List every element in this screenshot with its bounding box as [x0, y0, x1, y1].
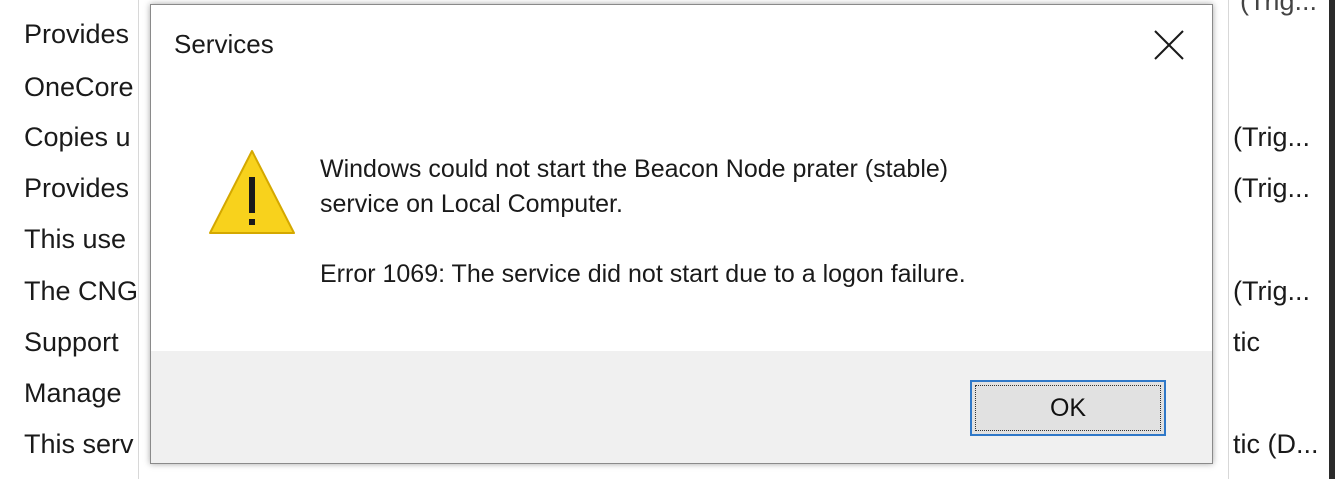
error-message-line2: service on Local Computer.: [320, 190, 623, 218]
service-description-cell[interactable]: OneCore: [24, 70, 138, 104]
error-message-line1: Windows could not start the Beacon Node …: [320, 155, 949, 183]
ok-button[interactable]: OK: [970, 380, 1166, 436]
window-edge: [1329, 0, 1335, 479]
close-button[interactable]: [1147, 23, 1191, 67]
service-startup-type-cell[interactable]: (Trig...: [1233, 120, 1328, 154]
service-startup-type-cell[interactable]: tic: [1233, 325, 1328, 359]
list-item-fragment: (Trig...: [1240, 0, 1317, 16]
service-description-cell[interactable]: Copies u: [24, 120, 138, 154]
service-description-cell[interactable]: Provides: [24, 17, 138, 51]
dialog-title: Services: [174, 29, 274, 59]
service-startup-type-cell[interactable]: (Trig...: [1233, 274, 1328, 308]
service-description-cell[interactable]: This use: [24, 222, 138, 256]
dialog-footer: OK: [151, 351, 1212, 463]
close-icon: [1154, 30, 1184, 60]
service-startup-type-cell[interactable]: tic (D...: [1233, 427, 1328, 461]
ok-button-label: OK: [975, 385, 1161, 431]
service-description-cell[interactable]: Support: [24, 325, 138, 359]
column-divider: [138, 0, 139, 479]
column-divider: [1228, 0, 1229, 479]
error-dialog: Services Windows could not start the Bea…: [150, 4, 1213, 464]
service-description-cell[interactable]: This serv: [24, 427, 138, 461]
service-description-cell[interactable]: The CNG: [24, 274, 138, 308]
error-code-text: Error 1069: The service did not start du…: [320, 260, 966, 288]
service-description-cell[interactable]: Manage: [24, 376, 138, 410]
service-description-cell[interactable]: Provides: [24, 171, 138, 205]
warning-icon: [207, 147, 297, 239]
service-startup-type-cell[interactable]: (Trig...: [1233, 171, 1328, 205]
